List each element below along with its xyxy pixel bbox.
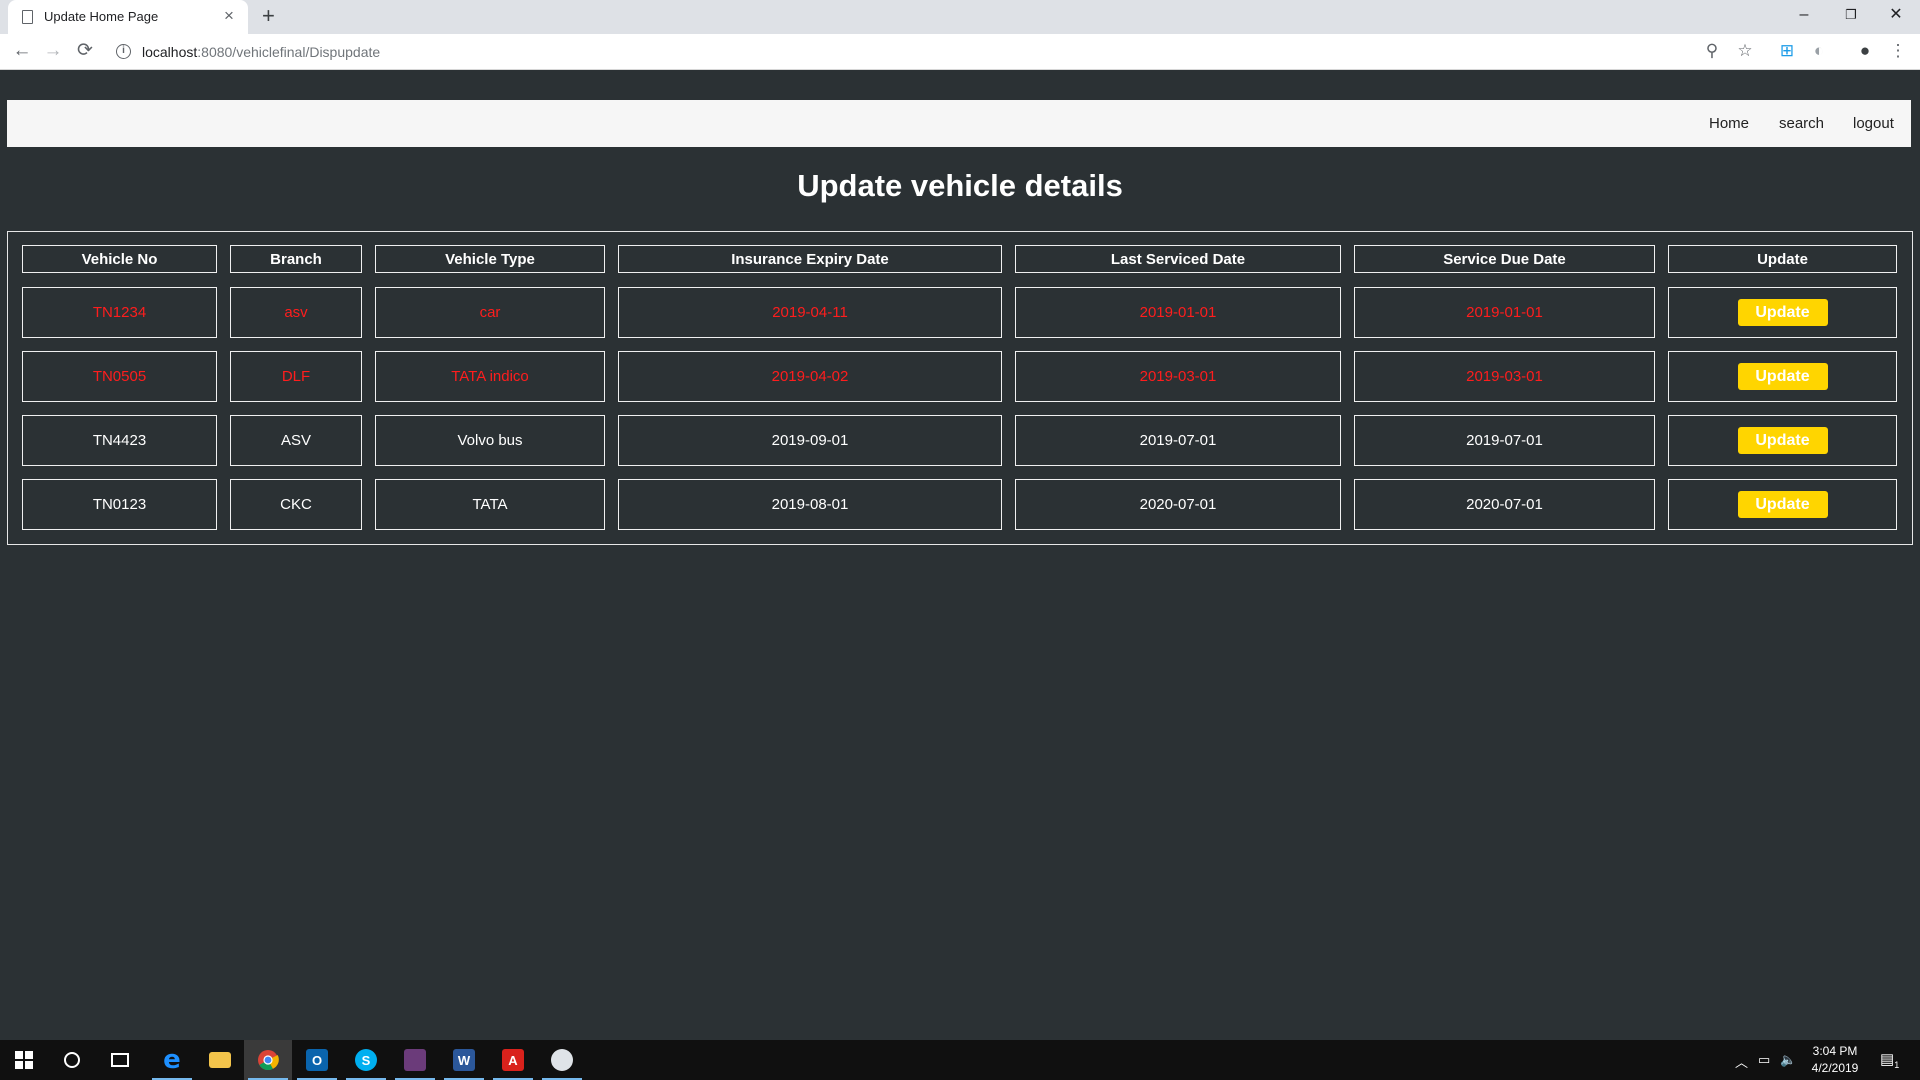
update-button[interactable]: Update xyxy=(1737,491,1828,518)
cell-update: Update xyxy=(1668,287,1897,338)
browser-tab-bar: Update Home Page × + – ❐ ✕ xyxy=(0,0,1920,34)
cell-branch: ASV xyxy=(230,415,362,466)
reload-icon[interactable]: ⟳ xyxy=(73,40,97,62)
cell-update: Update xyxy=(1668,479,1897,530)
cell-insurance-expiry: 2019-04-11 xyxy=(618,287,1002,338)
cell-service-due: 2019-03-01 xyxy=(1354,351,1655,402)
word-icon[interactable]: W xyxy=(440,1040,488,1080)
close-tab-icon[interactable]: × xyxy=(224,6,234,26)
header-vehicle-no: Vehicle No xyxy=(22,245,217,273)
browser-tab[interactable]: Update Home Page × xyxy=(8,0,248,34)
show-hidden-icons-icon[interactable]: ︿ xyxy=(1735,1052,1748,1071)
update-button[interactable]: Update xyxy=(1737,427,1828,454)
cell-last-serviced: 2019-07-01 xyxy=(1015,415,1341,466)
cell-vehicle-type: car xyxy=(375,287,605,338)
cell-branch: DLF xyxy=(230,351,362,402)
tab-title: Update Home Page xyxy=(44,9,159,24)
notification-count: 1 xyxy=(1894,1060,1900,1070)
page-title: Update vehicle details xyxy=(797,168,1123,203)
nav-home[interactable]: Home xyxy=(1709,115,1749,132)
chrome-icon[interactable] xyxy=(244,1040,292,1080)
extension-icon[interactable]: ◐ xyxy=(1807,40,1831,62)
cell-last-serviced: 2019-01-01 xyxy=(1015,287,1341,338)
cell-insurance-expiry: 2019-04-02 xyxy=(618,351,1002,402)
header-branch: Branch xyxy=(230,245,362,273)
address-bar[interactable]: i localhost:8080/vehiclefinal/Dispupdate xyxy=(110,38,1750,66)
task-view-icon[interactable] xyxy=(96,1040,144,1080)
cortana-search-icon[interactable] xyxy=(48,1040,96,1080)
bookmark-star-icon[interactable]: ☆ xyxy=(1733,40,1757,62)
cell-last-serviced: 2020-07-01 xyxy=(1015,479,1341,530)
notification-center-icon[interactable]: ▤1 xyxy=(1880,1050,1899,1070)
clock-date: 4/2/2019 xyxy=(1811,1061,1859,1075)
header-service-due: Service Due Date xyxy=(1354,245,1655,273)
header-last-serviced: Last Serviced Date xyxy=(1015,245,1341,273)
update-button[interactable]: Update xyxy=(1737,299,1828,326)
nav-logout[interactable]: logout xyxy=(1853,115,1894,132)
windows-taskbar: e O S W A ︿ ▭ 🔈 3:04 PM 4/2/2019 ▤1 xyxy=(0,1040,1920,1080)
forward-icon[interactable]: → xyxy=(41,40,65,62)
cell-service-due: 2020-07-01 xyxy=(1354,479,1655,530)
clock-time: 3:04 PM xyxy=(1812,1044,1858,1058)
info-icon[interactable]: i xyxy=(116,44,131,59)
cell-vehicle-no: TN0123 xyxy=(22,479,217,530)
url-text[interactable]: localhost:8080/vehiclefinal/Dispupdate xyxy=(142,44,380,60)
update-button[interactable]: Update xyxy=(1737,363,1828,390)
network-icon[interactable]: ▭ xyxy=(1758,1052,1770,1068)
header-vehicle-type: Vehicle Type xyxy=(375,245,605,273)
volume-icon[interactable]: 🔈 xyxy=(1780,1052,1796,1068)
page-icon xyxy=(22,10,33,24)
system-clock[interactable]: 3:04 PM 4/2/2019 xyxy=(1800,1043,1870,1077)
cell-update: Update xyxy=(1668,351,1897,402)
cell-vehicle-no: TN1234 xyxy=(22,287,217,338)
acrobat-icon[interactable]: A xyxy=(489,1040,537,1080)
cell-update: Update xyxy=(1668,415,1897,466)
back-icon[interactable]: ← xyxy=(10,40,34,62)
outlook-icon[interactable]: O xyxy=(293,1040,341,1080)
cell-service-due: 2019-01-01 xyxy=(1354,287,1655,338)
cell-last-serviced: 2019-03-01 xyxy=(1015,351,1341,402)
skype-icon[interactable]: S xyxy=(342,1040,390,1080)
cell-service-due: 2019-07-01 xyxy=(1354,415,1655,466)
cell-insurance-expiry: 2019-08-01 xyxy=(618,479,1002,530)
file-explorer-icon[interactable] xyxy=(196,1040,244,1080)
cell-vehicle-type: TATA xyxy=(375,479,605,530)
profile-icon[interactable]: ● xyxy=(1853,40,1877,62)
edge-icon[interactable]: e xyxy=(148,1040,196,1080)
minimize-button[interactable]: – xyxy=(1784,4,1824,26)
cell-insurance-expiry: 2019-09-01 xyxy=(618,415,1002,466)
cell-branch: asv xyxy=(230,287,362,338)
header-insurance-expiry: Insurance Expiry Date xyxy=(618,245,1002,273)
nav-search[interactable]: search xyxy=(1779,115,1824,132)
header-update: Update xyxy=(1668,245,1897,273)
windows-start-icon[interactable] xyxy=(0,1040,48,1080)
new-tab-button[interactable]: + xyxy=(262,4,275,28)
zoom-icon[interactable]: ⚲ xyxy=(1700,40,1724,62)
restore-button[interactable]: ❐ xyxy=(1831,4,1871,26)
cell-vehicle-no: TN0505 xyxy=(22,351,217,402)
windows-extension-icon[interactable]: ⊞ xyxy=(1775,40,1799,62)
paint-icon[interactable] xyxy=(538,1040,586,1080)
cell-vehicle-type: Volvo bus xyxy=(375,415,605,466)
cell-vehicle-type: TATA indico xyxy=(375,351,605,402)
menu-icon[interactable]: ⋮ xyxy=(1886,40,1910,62)
top-navbar: Home search logout xyxy=(7,100,1911,147)
close-window-button[interactable]: ✕ xyxy=(1876,4,1916,26)
cell-vehicle-no: TN4423 xyxy=(22,415,217,466)
browser-toolbar: ← → ⟳ i localhost:8080/vehiclefinal/Disp… xyxy=(0,34,1920,70)
cell-branch: CKC xyxy=(230,479,362,530)
app-icon[interactable] xyxy=(391,1040,439,1080)
